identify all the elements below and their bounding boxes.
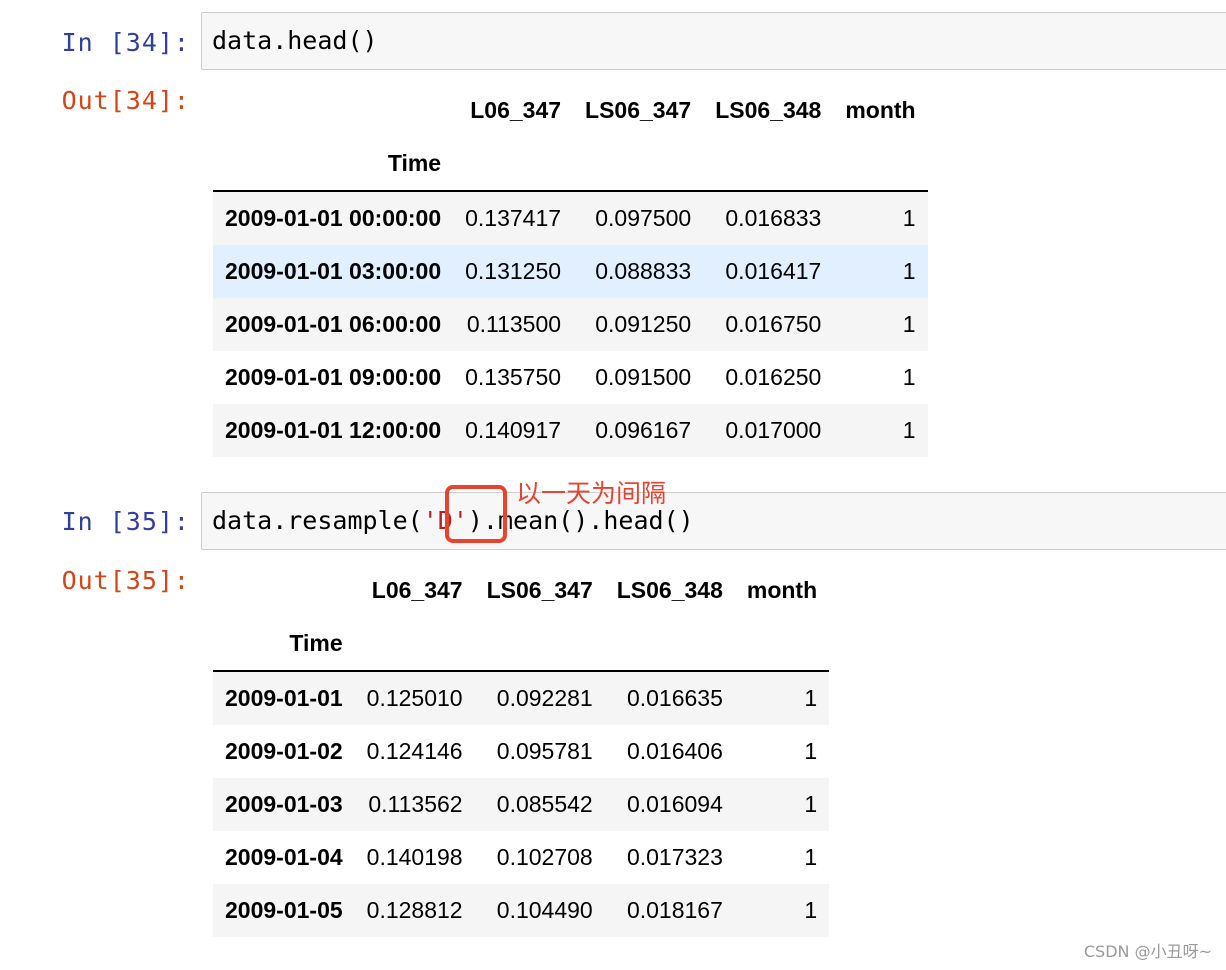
dataframe-table-35: L06_347 LS06_347 LS06_348 month Time 200… xyxy=(213,564,830,937)
table-cell: 0.140198 xyxy=(366,844,463,870)
table-cell: 0.096167 xyxy=(595,417,692,443)
table-cell: 1 xyxy=(804,685,818,711)
table-cell: 0.085542 xyxy=(496,791,593,817)
table-cell: 0.102708 xyxy=(496,844,593,870)
table-cell: 0.140917 xyxy=(465,417,562,443)
code-cell-35[interactable]: data.resample('D').mean().head() xyxy=(201,492,1226,550)
table-cell: 1 xyxy=(804,844,818,870)
code-cell-34[interactable]: data.head() xyxy=(201,12,1226,70)
table-row-hovered: 2009-01-01 03:00:00 0.131250 0.088833 0.… xyxy=(213,245,928,298)
table-cell: 0.104490 xyxy=(496,897,593,923)
row-index: 2009-01-01 00:00:00 xyxy=(225,205,442,231)
table-row: 2009-01-02 0.124146 0.095781 0.016406 1 xyxy=(213,725,830,778)
table-cell: 0.016833 xyxy=(725,205,822,231)
index-name: Time xyxy=(213,617,355,672)
column-header: L06_347 xyxy=(371,577,463,603)
table-cell: 0.016635 xyxy=(626,685,723,711)
input-prompt-35: In [35]: xyxy=(61,507,190,536)
table-cell: 0.088833 xyxy=(595,258,692,284)
row-index: 2009-01-01 06:00:00 xyxy=(225,311,442,337)
column-header: LS06_348 xyxy=(715,97,822,123)
row-index: 2009-01-01 12:00:00 xyxy=(225,417,442,443)
table-row: 2009-01-01 09:00:00 0.135750 0.091500 0.… xyxy=(213,351,928,404)
watermark: CSDN @小丑呀~ xyxy=(1083,942,1212,961)
table-cell: 0.017000 xyxy=(725,417,822,443)
table-cell: 0.016094 xyxy=(626,791,723,817)
blank-header xyxy=(213,564,355,617)
output-prompt-35: Out[35]: xyxy=(61,566,190,595)
table-row: 2009-01-01 06:00:00 0.113500 0.091250 0.… xyxy=(213,298,928,351)
table-row: 2009-01-01 0.125010 0.092281 0.016635 1 xyxy=(213,671,830,725)
table-cell: 1 xyxy=(902,364,916,390)
table-cell: 0.113500 xyxy=(466,311,562,337)
table-cell: 0.017323 xyxy=(626,844,723,870)
column-header: LS06_348 xyxy=(616,577,723,603)
column-header: LS06_347 xyxy=(585,97,692,123)
table-cell: 1 xyxy=(804,791,818,817)
table-row: 2009-01-03 0.113562 0.085542 0.016094 1 xyxy=(213,778,830,831)
row-index: 2009-01-01 03:00:00 xyxy=(225,258,442,284)
table-cell: 0.124146 xyxy=(366,738,463,764)
table-cell: 1 xyxy=(902,311,916,337)
table-cell: 0.137417 xyxy=(465,205,562,231)
table-cell: 0.016250 xyxy=(725,364,822,390)
table-cell: 1 xyxy=(902,417,916,443)
table-cell: 0.091500 xyxy=(595,364,692,390)
column-header: month xyxy=(845,97,916,123)
index-name: Time xyxy=(213,137,454,192)
table-cell: 0.113562 xyxy=(368,791,463,817)
blank-header xyxy=(213,84,453,137)
row-index: 2009-01-05 xyxy=(225,897,343,923)
table-cell: 0.016750 xyxy=(725,311,822,337)
input-prompt-34: In [34]: xyxy=(61,28,190,57)
table-cell: 0.016417 xyxy=(725,258,822,284)
table-row: 2009-01-05 0.128812 0.104490 0.018167 1 xyxy=(213,884,830,937)
table-cell: 0.095781 xyxy=(496,738,593,764)
column-header: LS06_347 xyxy=(486,577,593,603)
annotation-text: 以一天为间隔 xyxy=(516,479,667,508)
column-header: L06_347 xyxy=(470,97,562,123)
row-index: 2009-01-03 xyxy=(225,791,343,817)
table-cell: 0.097500 xyxy=(595,205,692,231)
table-row: 2009-01-01 12:00:00 0.140917 0.096167 0.… xyxy=(213,404,928,457)
code-text-34: data.head() xyxy=(212,26,378,55)
table-cell: 0.018167 xyxy=(626,897,723,923)
output-prompt-34: Out[34]: xyxy=(61,86,190,115)
dataframe-table-34: L06_347 LS06_347 LS06_348 month Time 200… xyxy=(213,84,928,457)
annotation-highlight-box xyxy=(445,485,507,543)
table-cell: 0.135750 xyxy=(465,364,562,390)
row-index: 2009-01-04 xyxy=(225,844,343,870)
table-row: 2009-01-04 0.140198 0.102708 0.017323 1 xyxy=(213,831,830,884)
table-cell: 0.131250 xyxy=(465,258,562,284)
table-cell: 1 xyxy=(902,205,916,231)
table-cell: 0.125010 xyxy=(366,685,463,711)
table-cell: 0.092281 xyxy=(496,685,593,711)
table-cell: 1 xyxy=(804,738,818,764)
table-cell: 0.016406 xyxy=(626,738,723,764)
row-index: 2009-01-01 xyxy=(225,685,343,711)
row-index: 2009-01-01 09:00:00 xyxy=(225,364,442,390)
row-index: 2009-01-02 xyxy=(225,738,343,764)
table-cell: 0.128812 xyxy=(366,897,463,923)
column-header: month xyxy=(746,577,818,603)
table-cell: 1 xyxy=(902,258,916,284)
table-cell: 0.091250 xyxy=(595,311,692,337)
table-cell: 1 xyxy=(804,897,818,923)
table-row: 2009-01-01 00:00:00 0.137417 0.097500 0.… xyxy=(213,191,928,245)
